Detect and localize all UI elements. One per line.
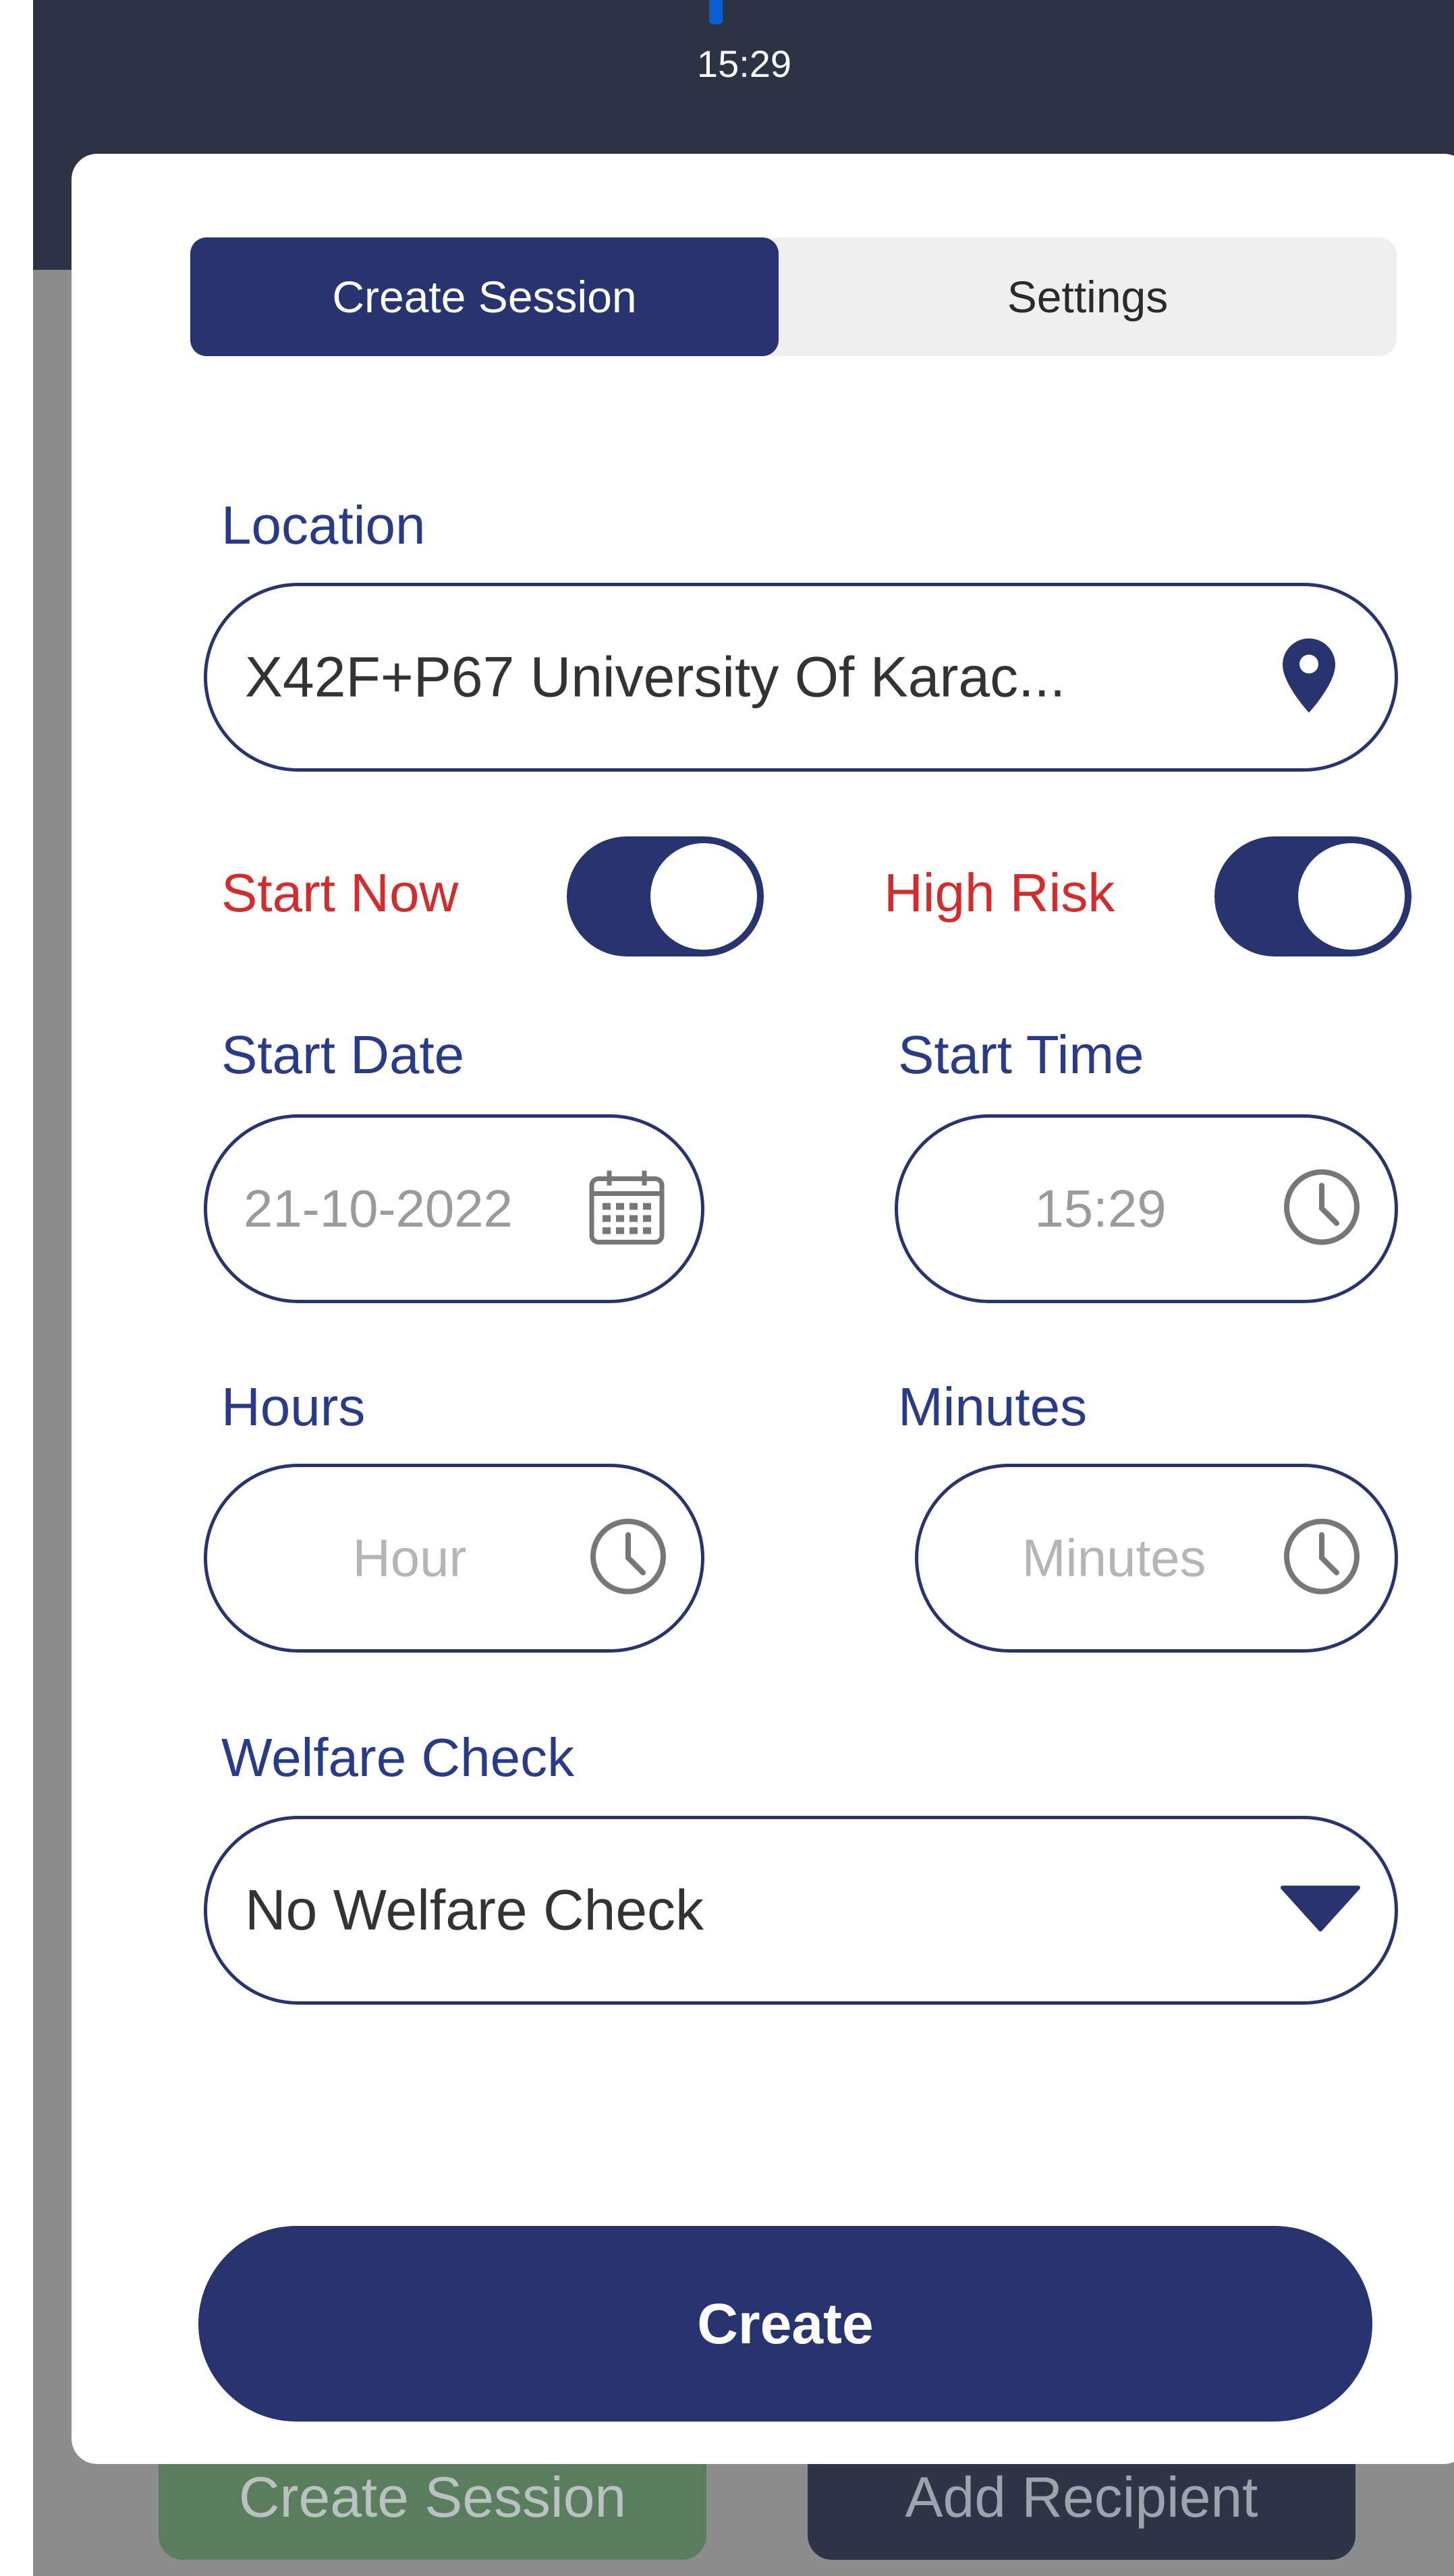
start-now-toggle-knob (650, 843, 757, 950)
hours-placeholder: Hour (352, 1528, 467, 1588)
start-now-toggle[interactable] (567, 836, 764, 956)
tab-settings[interactable]: Settings (779, 237, 1397, 356)
welfare-check-value: No Welfare Check (245, 1878, 704, 1942)
welfare-check-label: Welfare Check (221, 1727, 575, 1787)
create-session-modal: Create Session Settings Location X42F+P6… (72, 154, 1454, 2464)
welfare-check-dropdown[interactable]: No Welfare Check (204, 1816, 1398, 2005)
status-time: 15:29 (696, 42, 792, 85)
calendar-icon[interactable] (588, 1168, 666, 1250)
top-indicator (709, 0, 723, 24)
hours-label: Hours (221, 1377, 366, 1437)
start-time-label: Start Time (898, 1025, 1144, 1085)
high-risk-label: High Risk (884, 863, 1115, 923)
start-time-value: 15:29 (1034, 1178, 1167, 1238)
start-date-label: Start Date (221, 1025, 465, 1085)
minutes-field[interactable]: Minutes (915, 1464, 1398, 1653)
clock-icon[interactable] (1283, 1168, 1361, 1250)
location-value: X42F+P67 University Of Karac... (245, 645, 1066, 709)
high-risk-toggle-knob (1298, 843, 1405, 950)
start-date-value: 21-10-2022 (244, 1178, 513, 1238)
high-risk-toggle[interactable] (1214, 836, 1411, 956)
start-time-field[interactable]: 15:29 (895, 1114, 1398, 1303)
location-pin-icon[interactable] (1283, 638, 1335, 716)
start-now-label: Start Now (221, 863, 459, 923)
minutes-label: Minutes (898, 1377, 1088, 1437)
dropdown-arrow-icon[interactable] (1280, 1885, 1361, 1936)
start-date-field[interactable]: 21-10-2022 (204, 1114, 704, 1303)
location-label: Location (221, 495, 426, 555)
clock-icon[interactable] (589, 1518, 667, 1599)
create-button[interactable]: Create (198, 2226, 1372, 2422)
hours-field[interactable]: Hour (204, 1464, 704, 1653)
location-field[interactable]: X42F+P67 University Of Karac... (204, 583, 1398, 772)
tab-bar: Create Session Settings (190, 237, 1397, 356)
minutes-placeholder: Minutes (1022, 1528, 1206, 1588)
clock-icon[interactable] (1283, 1518, 1361, 1599)
tab-create-session[interactable]: Create Session (190, 237, 779, 356)
app-frame: 15:29 Create Session Add Recipient Creat… (33, 0, 1454, 2576)
